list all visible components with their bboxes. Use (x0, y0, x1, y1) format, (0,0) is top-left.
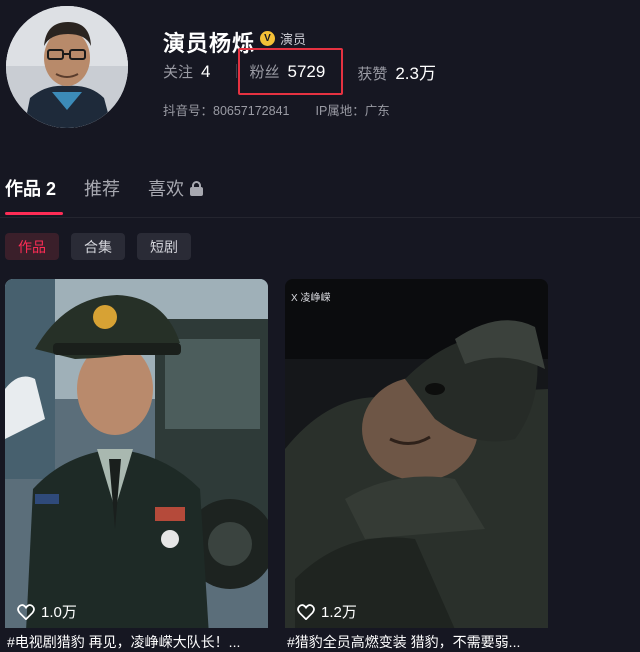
tab-likes[interactable]: 喜欢 (148, 175, 204, 201)
filter-works-chip[interactable]: 作品 (5, 233, 59, 260)
likes-count: 2.3万 (395, 63, 436, 83)
video-watermark: X 凌峥嵘 (291, 293, 331, 304)
filter-chips: 作品 合集 短剧 (5, 233, 191, 260)
content-tabs: 作品 2 推荐 喜欢 (5, 175, 231, 201)
filter-collection-chip[interactable]: 合集 (71, 233, 125, 260)
douyin-id: 抖音号：80657172841 (163, 104, 290, 118)
tabs-divider (0, 217, 640, 218)
active-tab-indicator (5, 212, 63, 215)
like-count: 1.0万 (17, 601, 77, 622)
heart-icon (297, 603, 315, 620)
likes-label: 获赞 (357, 65, 388, 83)
followers-highlight-box (238, 48, 343, 95)
like-count-value: 1.0万 (41, 604, 77, 621)
likes-stat[interactable]: 获赞 2.3万 (357, 59, 436, 84)
following-label: 关注 (163, 63, 194, 81)
tab-works[interactable]: 作品 2 (5, 175, 56, 201)
heart-icon (17, 603, 35, 620)
video-card[interactable]: X 凌峥嵘 1.2万 #猎豹全员高燃变装 猎豹，不需要弱... (285, 279, 548, 652)
verification: V 演员 (260, 29, 306, 48)
verified-badge-icon: V (260, 31, 275, 46)
video-caption: #猎豹全员高燃变装 猎豹，不需要弱... (285, 628, 548, 652)
following-stat[interactable]: 关注 4 (163, 61, 210, 82)
video-thumbnail (5, 279, 268, 652)
tab-likes-label: 喜欢 (148, 179, 185, 199)
video-thumbnail (285, 279, 548, 652)
like-count-value: 1.2万 (321, 604, 357, 621)
video-caption: #电视剧猎豹 再见，凌峥嵘大队长！... (5, 628, 268, 652)
ip-location: IP属地：广东 (315, 104, 390, 118)
lock-icon (190, 180, 204, 196)
video-card[interactable]: 1.0万 #电视剧猎豹 再见，凌峥嵘大队长！... (5, 279, 268, 652)
tab-recommended-label: 推荐 (84, 179, 121, 199)
tab-recommended[interactable]: 推荐 (84, 175, 120, 201)
following-count: 4 (201, 61, 211, 81)
profile-meta: 抖音号：80657172841 IP属地：广东 (163, 100, 390, 119)
tab-works-label: 作品 2 (5, 179, 57, 199)
like-count: 1.2万 (297, 601, 357, 622)
avatar[interactable] (6, 6, 128, 128)
verification-label: 演员 (280, 32, 307, 47)
filter-short-drama-chip[interactable]: 短剧 (137, 233, 191, 260)
